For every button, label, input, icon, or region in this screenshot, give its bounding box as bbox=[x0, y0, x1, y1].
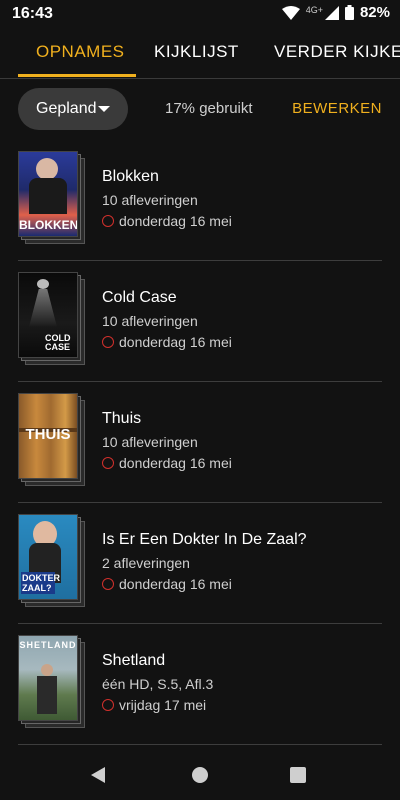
dropdown-label: Gepland bbox=[36, 100, 97, 117]
recording-date: donderdag 16 mei bbox=[102, 455, 232, 471]
recording-item-shetland[interactable]: SHETLAND Shetland één HD, S.5, Afl.3 vri… bbox=[0, 624, 400, 745]
record-circle-icon bbox=[102, 215, 114, 227]
recording-subtitle: 10 afleveringen bbox=[102, 313, 198, 329]
battery-percentage: 82% bbox=[359, 4, 390, 21]
edit-button[interactable]: BEWERKEN bbox=[292, 100, 382, 117]
status-filter-dropdown[interactable]: Gepland bbox=[18, 88, 128, 130]
recording-item-blokken[interactable]: BLOKKEN Blokken 10 afleveringen donderda… bbox=[0, 140, 400, 261]
recording-date: donderdag 16 mei bbox=[102, 213, 232, 229]
battery-icon bbox=[344, 5, 354, 20]
poster-stack: THUIS bbox=[18, 393, 85, 486]
recording-title: Shetland bbox=[102, 652, 166, 669]
poster-image: BLOKKEN bbox=[18, 151, 78, 237]
recording-date-text: donderdag 16 mei bbox=[119, 455, 232, 471]
tab-verder-kijken[interactable]: VERDER KIJKEN bbox=[274, 42, 400, 62]
recording-title: Thuis bbox=[102, 410, 142, 427]
poster-image: SHETLAND bbox=[18, 635, 78, 721]
poster-stack: BLOKKEN bbox=[18, 151, 85, 244]
recording-item-thuis[interactable]: THUIS Thuis 10 afleveringen donderdag 16… bbox=[0, 382, 400, 503]
poster-stack: DOKTER ZAAL? bbox=[18, 514, 85, 607]
tab-kijklijst[interactable]: KIJKLIJST bbox=[154, 42, 239, 62]
poster-image: THUIS bbox=[18, 393, 78, 479]
back-icon[interactable] bbox=[91, 767, 105, 783]
recent-apps-icon[interactable] bbox=[290, 767, 306, 783]
recording-subtitle: 10 afleveringen bbox=[102, 192, 198, 208]
recording-date-text: donderdag 16 mei bbox=[119, 576, 232, 592]
poster-text: SHETLAND bbox=[19, 640, 77, 650]
poster-text: COLD CASE bbox=[45, 333, 71, 352]
wifi-icon bbox=[281, 5, 300, 20]
poster-text: THUIS bbox=[25, 426, 71, 443]
recording-date-text: vrijdag 17 mei bbox=[119, 697, 207, 713]
recording-item-cold-case[interactable]: COLD CASE Cold Case 10 afleveringen dond… bbox=[0, 261, 400, 382]
poster-text: BLOKKEN bbox=[19, 218, 78, 232]
recording-title: Blokken bbox=[102, 168, 159, 185]
navigation-bar bbox=[0, 748, 400, 800]
storage-usage: 17% gebruikt bbox=[165, 100, 253, 117]
tab-bar: OPNAMES KIJKLIJST VERDER KIJKEN bbox=[0, 28, 400, 79]
status-icons: 4G+ 82% bbox=[281, 4, 390, 21]
poster-stack: COLD CASE bbox=[18, 272, 85, 365]
recording-subtitle: 2 afleveringen bbox=[102, 555, 190, 571]
signal-icon bbox=[324, 5, 339, 20]
recording-date-text: donderdag 16 mei bbox=[119, 213, 232, 229]
recording-date: donderdag 16 mei bbox=[102, 576, 232, 592]
home-icon[interactable] bbox=[192, 767, 208, 783]
tab-opnames[interactable]: OPNAMES bbox=[36, 42, 125, 62]
record-circle-icon bbox=[102, 336, 114, 348]
recording-title: Cold Case bbox=[102, 289, 177, 306]
poster-stack: SHETLAND bbox=[18, 635, 85, 728]
divider bbox=[18, 744, 382, 745]
poster-image: DOKTER ZAAL? bbox=[18, 514, 78, 600]
recordings-list: BLOKKEN Blokken 10 afleveringen donderda… bbox=[0, 140, 400, 745]
recording-title: Is Er Een Dokter In De Zaal? bbox=[102, 531, 307, 548]
network-type: 4G+ bbox=[305, 4, 323, 15]
recording-date: vrijdag 17 mei bbox=[102, 697, 206, 713]
recording-subtitle: 10 afleveringen bbox=[102, 434, 198, 450]
poster-text: DOKTER ZAAL? bbox=[21, 572, 60, 594]
record-circle-icon bbox=[102, 578, 114, 590]
recording-item-dokter[interactable]: DOKTER ZAAL? Is Er Een Dokter In De Zaal… bbox=[0, 503, 400, 624]
clock: 16:43 bbox=[12, 5, 53, 22]
active-tab-indicator bbox=[18, 74, 136, 77]
caret-down-icon bbox=[98, 106, 110, 112]
record-circle-icon bbox=[102, 457, 114, 469]
recording-date: donderdag 16 mei bbox=[102, 334, 232, 350]
recording-date-text: donderdag 16 mei bbox=[119, 334, 232, 350]
recording-subtitle: één HD, S.5, Afl.3 bbox=[102, 676, 214, 692]
filter-bar: Gepland 17% gebruikt BEWERKEN bbox=[0, 88, 400, 132]
status-bar: 16:43 4G+ 82% bbox=[0, 0, 400, 28]
poster-image: COLD CASE bbox=[18, 272, 78, 358]
record-circle-icon bbox=[102, 699, 114, 711]
